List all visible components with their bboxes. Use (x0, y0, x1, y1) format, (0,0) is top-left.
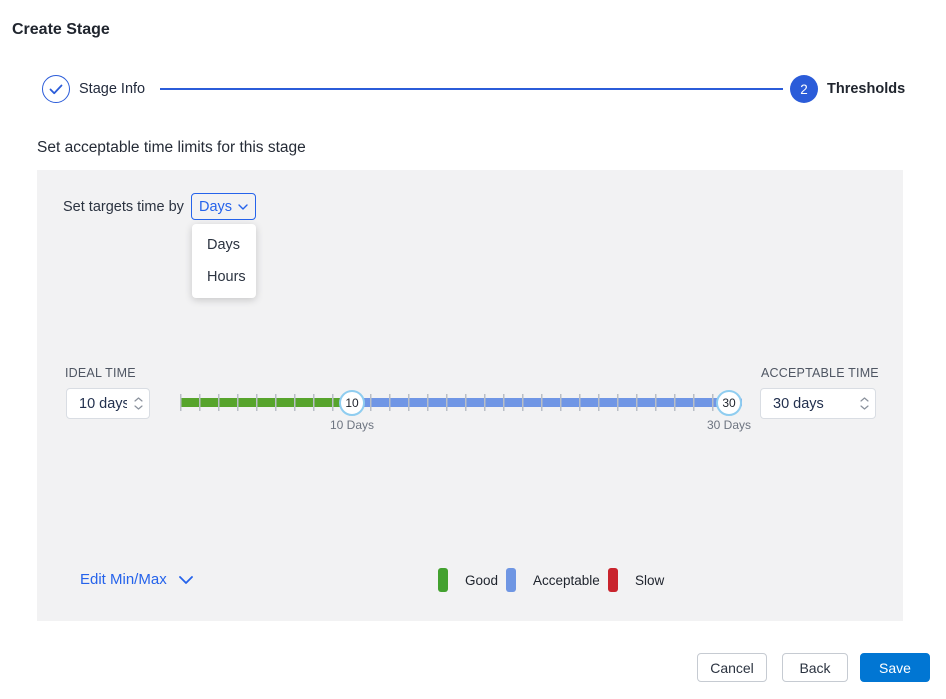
ideal-time-field (66, 388, 150, 419)
edit-minmax-link[interactable]: Edit Min/Max (80, 571, 193, 588)
chevron-down-icon (238, 204, 248, 210)
cancel-button[interactable]: Cancel (697, 653, 767, 682)
step-thresholds-indicator[interactable]: 2 (790, 75, 818, 103)
slow-swatch (608, 568, 618, 592)
legend-acceptable: Acceptable (506, 568, 600, 592)
slider-min-caption: 10 Days (317, 418, 387, 432)
chevron-down-icon[interactable] (134, 405, 143, 410)
menu-item-hours[interactable]: Hours (192, 261, 256, 293)
acceptable-time-input[interactable] (761, 389, 853, 418)
check-icon (49, 84, 63, 95)
ideal-time-label: IDEAL TIME (65, 366, 136, 380)
create-stage-dialog: Create Stage Stage Info 2 Thresholds Set… (0, 0, 946, 699)
time-unit-dropdown[interactable]: Days (191, 193, 256, 220)
step-thresholds-label: Thresholds (827, 81, 905, 97)
step-number: 2 (800, 82, 808, 97)
stepper-connector (160, 88, 783, 90)
menu-item-days[interactable]: Days (192, 229, 256, 261)
chevron-down-icon[interactable] (860, 405, 869, 410)
time-unit-selected: Days (199, 199, 232, 215)
back-button[interactable]: Back (782, 653, 848, 682)
acceptable-swatch (506, 568, 516, 592)
legend-good: Good (438, 568, 498, 592)
time-unit-menu: Days Hours (192, 224, 256, 298)
save-button[interactable]: Save (860, 653, 930, 682)
acceptable-time-field (760, 388, 876, 419)
acceptable-time-label: ACCEPTABLE TIME (761, 366, 879, 380)
slider-handle-max[interactable]: 30 (716, 390, 742, 416)
ideal-time-stepper[interactable] (127, 389, 149, 418)
page-title: Create Stage (12, 21, 110, 39)
legend-slow: Slow (608, 568, 664, 592)
section-heading: Set acceptable time limits for this stag… (37, 139, 306, 157)
chevron-down-icon (179, 576, 193, 584)
acceptable-time-stepper[interactable] (853, 389, 875, 418)
chevron-up-icon[interactable] (860, 397, 869, 402)
slider-handle-min[interactable]: 10 (339, 390, 365, 416)
slider-max-caption: 30 Days (694, 418, 764, 432)
step-stage-info-label[interactable]: Stage Info (79, 81, 145, 97)
good-swatch (438, 568, 448, 592)
step-stage-info-indicator[interactable] (42, 75, 70, 103)
chevron-up-icon[interactable] (134, 397, 143, 402)
set-targets-label: Set targets time by (63, 199, 184, 215)
ideal-time-input[interactable] (67, 389, 127, 418)
slider-ticks (180, 394, 742, 411)
